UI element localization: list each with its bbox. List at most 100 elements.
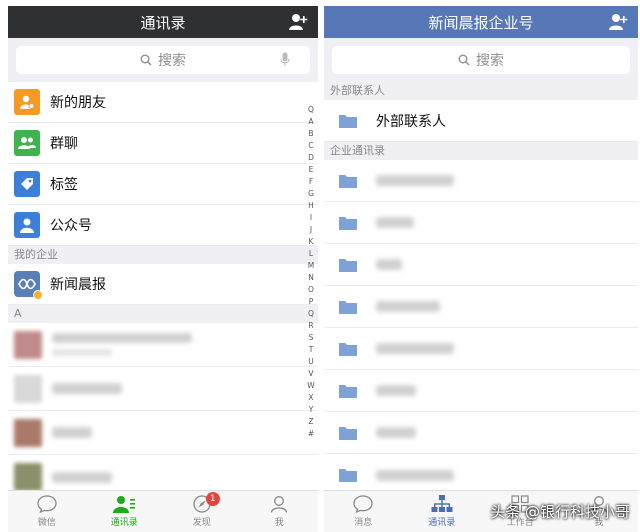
search-input[interactable]: 搜索 [16,46,310,74]
department-name-blurred [376,301,440,312]
tab-contacts[interactable]: 通讯录 [86,491,164,532]
index-letter[interactable]: O [308,284,314,296]
enterprise-contacts-screen: 新闻晨报企业号 搜索 外部联系人 外部联系人 企业通讯录 消息 通讯录 工作台 … [324,6,638,532]
index-letter[interactable]: K [309,236,314,248]
index-letter[interactable]: T [309,344,314,356]
folder-icon [339,174,357,188]
department-name-blurred [376,385,416,396]
index-letter[interactable]: U [308,356,314,368]
avatar [14,463,42,491]
department-name-blurred [376,175,454,186]
index-letter[interactable]: N [308,272,314,284]
tab-me[interactable]: 我 [241,491,319,532]
index-letter[interactable]: E [309,164,314,176]
avatar [14,330,42,359]
page-title: 通讯录 [140,13,186,32]
section-header-directory: 企业通讯录 [324,142,638,160]
tab-label: 消息 [354,518,373,528]
alphabet-index[interactable]: Q A B C D E F G H I J K L M N O P Q R S … [306,104,316,440]
company-item[interactable]: 新闻晨报 [8,264,318,305]
external-contacts-item[interactable]: 外部联系人 [324,100,638,142]
nav-header: 通讯录 [8,6,318,38]
contact-row[interactable] [8,411,318,455]
department-item[interactable] [324,244,638,286]
index-letter[interactable]: V [308,368,313,380]
add-contact-icon[interactable] [288,13,308,31]
department-item[interactable] [324,160,638,202]
tab-label: 通讯录 [428,518,456,528]
index-letter[interactable]: X [308,392,313,404]
department-name-blurred [376,427,416,438]
index-letter[interactable]: C [308,140,313,152]
index-letter[interactable]: P [309,296,314,308]
group-chat-icon [14,130,40,156]
search-icon [140,54,152,66]
tab-label: 我 [274,518,284,528]
notification-badge: 1 [205,492,220,506]
search-input[interactable]: 搜索 [332,46,630,74]
index-search[interactable]: Q [308,104,314,116]
index-letter[interactable]: B [308,128,313,140]
contact-row[interactable] [8,323,318,367]
search-icon [458,54,470,66]
tab-contacts[interactable]: 通讯录 [403,491,482,532]
department-item[interactable] [324,328,638,370]
index-letter[interactable]: J [310,224,312,236]
folder-icon [339,384,357,398]
folder-icon [339,114,357,128]
org-chart-icon [431,495,453,512]
section-header-company: 我的企业 [8,246,318,264]
index-letter[interactable]: S [309,332,314,344]
index-letter[interactable]: Z [308,416,313,428]
index-letter[interactable]: F [309,176,313,188]
index-letter[interactable]: M [308,260,314,272]
item-label: 外部联系人 [376,113,446,130]
contact-row[interactable] [8,367,318,411]
index-letter[interactable]: # [308,428,314,440]
new-friends-item[interactable]: 新的朋友 [8,82,318,123]
department-item[interactable] [324,286,638,328]
contact-text-blurred [52,471,112,483]
search-bar: 搜索 [8,38,318,82]
add-contact-icon[interactable] [608,13,628,31]
official-accounts-item[interactable]: 公众号 [8,205,318,246]
department-item[interactable] [324,202,638,244]
contact-text-blurred [52,427,92,438]
tab-messages[interactable]: 消息 [324,491,403,532]
department-item[interactable] [324,370,638,412]
index-letter[interactable]: I [310,212,312,224]
person-icon [271,496,288,513]
tab-discover[interactable]: 1 发现 [163,491,241,532]
index-letter[interactable]: R [308,320,313,332]
wechat-contacts-screen: 通讯录 搜索 新的朋友 群聊 标签 公众号 我的企业 新闻晨报 A Q A B … [8,6,318,532]
search-placeholder: 搜索 [476,53,504,69]
screenshot-root: 通讯录 搜索 新的朋友 群聊 标签 公众号 我的企业 新闻晨报 A Q A B … [0,0,640,532]
folder-icon [339,300,357,314]
search-placeholder: 搜索 [158,53,186,69]
index-letter[interactable]: Y [309,404,314,416]
department-name-blurred [376,259,402,270]
index-letter[interactable]: H [308,200,314,212]
verified-badge-icon [33,290,43,300]
tab-chats[interactable]: 微信 [8,491,86,532]
index-letter[interactable]: D [308,152,314,164]
tag-icon [14,171,40,197]
index-letter[interactable]: Q [308,308,314,320]
index-letter[interactable]: G [308,188,314,200]
department-name-blurred [376,469,454,481]
index-letter[interactable]: W [307,380,314,392]
folder-icon [339,216,357,230]
avatar [14,374,42,403]
tags-item[interactable]: 标签 [8,164,318,205]
index-letter[interactable]: A [308,116,313,128]
avatar [14,418,42,447]
group-chat-item[interactable]: 群聊 [8,123,318,164]
folder-icon [339,258,357,272]
bottom-tab-bar: 微信 通讯录 1 发现 我 [8,490,318,532]
contact-text-blurred [52,383,122,394]
item-label: 新的朋友 [50,95,106,111]
company-name: 新闻晨报 [50,277,106,293]
microphone-icon[interactable] [280,52,290,67]
index-letter[interactable]: L [309,248,313,260]
department-item[interactable] [324,412,638,454]
